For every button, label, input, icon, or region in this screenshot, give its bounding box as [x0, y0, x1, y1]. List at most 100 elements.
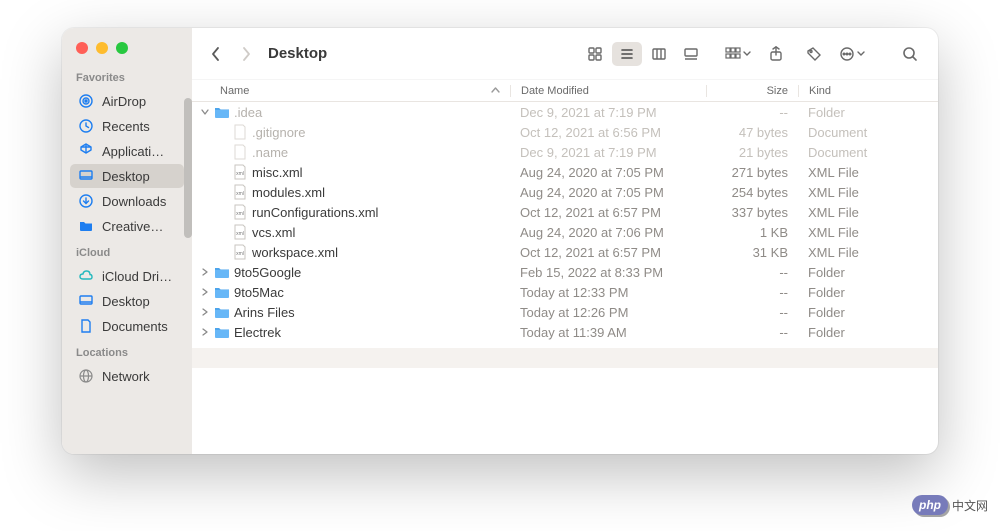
file-date: Today at 11:39 AM — [510, 325, 706, 340]
sidebar-item[interactable]: iCloud Dri… — [70, 264, 184, 288]
sidebar-item[interactable]: Network — [70, 364, 184, 388]
file-size: 47 bytes — [706, 125, 798, 140]
forward-button[interactable] — [234, 40, 258, 68]
list-view-button[interactable] — [612, 42, 642, 66]
file-date: Feb 15, 2022 at 8:33 PM — [510, 265, 706, 280]
window-title: Desktop — [268, 45, 327, 62]
actions-button[interactable] — [838, 42, 866, 66]
blank-icon — [232, 124, 248, 140]
disclosure-open-icon[interactable] — [200, 108, 210, 116]
clock-icon — [78, 118, 94, 134]
minimize-window-button[interactable] — [96, 42, 108, 54]
sidebar-item-label: Desktop — [102, 294, 150, 309]
file-date: Dec 9, 2021 at 7:19 PM — [510, 105, 706, 120]
file-size: 271 bytes — [706, 165, 798, 180]
doc-icon — [78, 318, 94, 334]
file-kind: Folder — [798, 305, 938, 320]
file-date: Dec 9, 2021 at 7:19 PM — [510, 145, 706, 160]
sidebar-item[interactable]: Desktop — [70, 289, 184, 313]
toolbar: Desktop — [192, 28, 938, 80]
desktop-icon — [78, 293, 94, 309]
airdrop-icon — [78, 93, 94, 109]
maximize-window-button[interactable] — [116, 42, 128, 54]
file-date: Oct 12, 2021 at 6:57 PM — [510, 245, 706, 260]
globe-icon — [78, 368, 94, 384]
file-name: .name — [252, 145, 288, 160]
chevron-down-icon — [743, 51, 751, 57]
download-icon — [78, 193, 94, 209]
file-name: runConfigurations.xml — [252, 205, 378, 220]
file-name: Arins Files — [234, 305, 295, 320]
sidebar-item-label: Desktop — [102, 169, 150, 184]
xml-icon: xml — [232, 244, 248, 260]
disclosure-closed-icon[interactable] — [200, 288, 210, 296]
disclosure-closed-icon[interactable] — [200, 328, 210, 336]
table-row[interactable]: ElectrekToday at 11:39 AM--Folder — [192, 322, 938, 342]
column-header-kind[interactable]: Kind — [798, 85, 938, 97]
file-rows: .ideaDec 9, 2021 at 7:19 PM--Folder.giti… — [192, 102, 938, 342]
sort-asc-icon — [491, 85, 500, 97]
file-name: workspace.xml — [252, 245, 338, 260]
file-date: Today at 12:26 PM — [510, 305, 706, 320]
tags-button[interactable] — [800, 42, 828, 66]
column-view-button[interactable] — [644, 42, 674, 66]
table-row[interactable]: xmlvcs.xmlAug 24, 2020 at 7:06 PM1 KBXML… — [192, 222, 938, 242]
blank-row — [192, 348, 938, 368]
column-header-size[interactable]: Size — [706, 85, 798, 97]
sidebar-item[interactable]: Desktop — [70, 164, 184, 188]
sidebar-item[interactable]: AirDrop — [70, 89, 184, 113]
sidebar-item-label: Creative… — [102, 219, 163, 234]
sidebar-item-label: Recents — [102, 119, 150, 134]
file-size: -- — [706, 105, 798, 120]
table-row[interactable]: xmlrunConfigurations.xmlOct 12, 2021 at … — [192, 202, 938, 222]
disclosure-closed-icon[interactable] — [200, 268, 210, 276]
svg-text:xml: xml — [236, 231, 244, 237]
sidebar-item[interactable]: Recents — [70, 114, 184, 138]
file-name: misc.xml — [252, 165, 303, 180]
column-header-name[interactable]: Name — [192, 85, 510, 97]
sidebar-item[interactable]: Applicati… — [70, 139, 184, 163]
file-size: 31 KB — [706, 245, 798, 260]
back-button[interactable] — [204, 40, 228, 68]
traffic-lights — [62, 28, 192, 64]
group-by-button[interactable] — [724, 42, 752, 66]
sidebar-item-label: AirDrop — [102, 94, 146, 109]
folder-icon — [214, 264, 230, 280]
share-button[interactable] — [762, 42, 790, 66]
column-header-date[interactable]: Date Modified — [510, 85, 706, 97]
sidebar-section-label: iCloud — [62, 239, 192, 263]
table-row[interactable]: 9to5GoogleFeb 15, 2022 at 8:33 PM--Folde… — [192, 262, 938, 282]
svg-text:xml: xml — [236, 191, 244, 197]
sidebar-scrollbar[interactable] — [184, 98, 192, 238]
table-row[interactable]: Arins FilesToday at 12:26 PM--Folder — [192, 302, 938, 322]
file-size: 337 bytes — [706, 205, 798, 220]
file-date: Aug 24, 2020 at 7:06 PM — [510, 225, 706, 240]
file-kind: Folder — [798, 325, 938, 340]
disclosure-closed-icon[interactable] — [200, 308, 210, 316]
table-row[interactable]: xmlmodules.xmlAug 24, 2020 at 7:05 PM254… — [192, 182, 938, 202]
close-window-button[interactable] — [76, 42, 88, 54]
sidebar-item[interactable]: Downloads — [70, 189, 184, 213]
folder-icon — [214, 284, 230, 300]
table-row[interactable]: .gitignoreOct 12, 2021 at 6:56 PM47 byte… — [192, 122, 938, 142]
xml-icon: xml — [232, 164, 248, 180]
table-row[interactable]: xml workspace.xml Oct 12, 2021 at 6:57 PM3… — [192, 242, 938, 262]
table-row[interactable]: 9to5MacToday at 12:33 PM--Folder — [192, 282, 938, 302]
table-row[interactable]: .nameDec 9, 2021 at 7:19 PM21 bytesDocum… — [192, 142, 938, 162]
column-header-name-label: Name — [220, 85, 249, 97]
sidebar-item[interactable]: Creative… — [70, 214, 184, 238]
gallery-view-button[interactable] — [676, 42, 706, 66]
icon-view-button[interactable] — [580, 42, 610, 66]
table-row[interactable]: xmlmisc.xmlAug 24, 2020 at 7:05 PM271 by… — [192, 162, 938, 182]
cloud-icon — [78, 268, 94, 284]
apps-icon — [78, 143, 94, 159]
table-row[interactable]: .ideaDec 9, 2021 at 7:19 PM--Folder — [192, 102, 938, 122]
search-button[interactable] — [896, 42, 924, 66]
file-size: -- — [706, 265, 798, 280]
sidebar-section-label: Locations — [62, 339, 192, 363]
file-date: Oct 12, 2021 at 6:57 PM — [510, 205, 706, 220]
file-size: 21 bytes — [706, 145, 798, 160]
file-name: 9to5Mac — [234, 285, 284, 300]
sidebar-item[interactable]: Documents — [70, 314, 184, 338]
sidebar-item-label: Downloads — [102, 194, 166, 209]
